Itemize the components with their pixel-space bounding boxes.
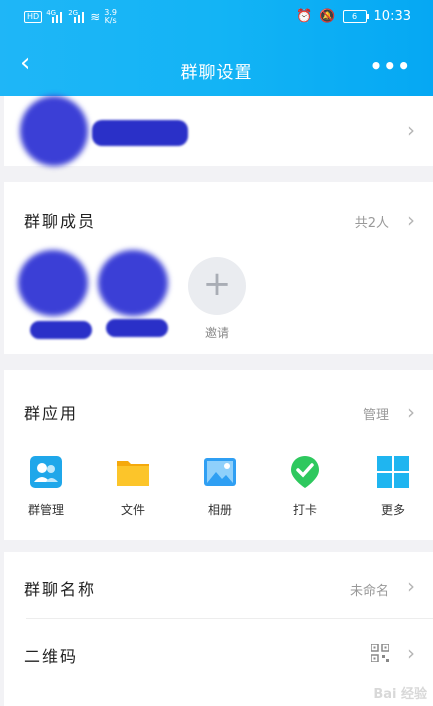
chevron-right-icon[interactable]: › xyxy=(407,208,415,232)
member-avatar[interactable] xyxy=(98,250,168,316)
clock: 10:33 xyxy=(373,9,411,24)
app-item[interactable]: 相册 xyxy=(187,455,253,518)
members-title: 群聊成员 xyxy=(24,212,97,231)
member-avatar[interactable] xyxy=(18,250,88,316)
net-speed: 3.9 K/s xyxy=(104,8,117,25)
app-label: 更多 xyxy=(380,503,405,517)
app-label: 相册 xyxy=(207,503,232,517)
wifi-icon: ≋ xyxy=(90,10,101,24)
member-name-redacted xyxy=(106,319,168,337)
chevron-right-icon: › xyxy=(407,574,415,598)
invite-plus-icon[interactable]: + xyxy=(188,257,246,315)
group-manage-icon xyxy=(29,455,63,489)
album-icon xyxy=(203,455,237,489)
apps-title: 群应用 xyxy=(24,404,79,423)
group-name-redacted xyxy=(92,120,188,146)
group-name-value: 未命名 xyxy=(349,584,389,599)
member-count[interactable]: 共2人 xyxy=(355,212,389,231)
group-name-row[interactable]: 群聊名称 未命名 › xyxy=(4,552,433,618)
chevron-right-icon[interactable]: › xyxy=(407,400,415,424)
apps-manage-link[interactable]: 管理 xyxy=(363,404,389,423)
app-item[interactable]: 文件 xyxy=(100,455,166,518)
folder-icon xyxy=(116,455,150,489)
settings-list: 群聊名称 未命名 › 二维码 › xyxy=(4,552,433,706)
chevron-right-icon: › xyxy=(407,118,415,142)
app-item[interactable]: 打卡 xyxy=(272,455,338,518)
grid-more-icon xyxy=(376,455,410,489)
member-name-redacted xyxy=(30,321,92,339)
app-item[interactable]: 群管理 xyxy=(13,455,79,518)
signal-icon-2: 2G xyxy=(68,9,86,23)
header: HD 4G 2G ≋ 3.9 K/s ⏰ 🔕 6 10:33 ‹ 群聊设置 ••… xyxy=(0,0,433,96)
checkin-icon xyxy=(288,455,322,489)
invite-label: 邀请 xyxy=(205,326,230,340)
mute-icon: 🔕 xyxy=(319,9,336,24)
app-label: 文件 xyxy=(120,503,145,517)
group-avatar xyxy=(20,96,88,166)
chevron-right-icon: › xyxy=(407,641,415,665)
qrcode-row[interactable]: 二维码 › xyxy=(4,619,433,689)
group-name-label: 群聊名称 xyxy=(24,580,97,599)
navbar: ‹ 群聊设置 ••• xyxy=(0,44,433,90)
group-profile-row[interactable]: › xyxy=(4,96,433,166)
watermark: Bai 经验 xyxy=(373,687,427,702)
battery-icon: 6 xyxy=(342,10,369,23)
signal-icon: 4G xyxy=(46,9,64,23)
hd-badge: HD xyxy=(24,11,43,23)
app-label: 群管理 xyxy=(27,503,64,517)
qrcode-icon xyxy=(370,643,390,663)
status-bar: HD 4G 2G ≋ 3.9 K/s ⏰ 🔕 6 10:33 xyxy=(0,0,433,36)
qrcode-label: 二维码 xyxy=(24,647,79,666)
app-label: 打卡 xyxy=(292,503,317,517)
app-item[interactable]: 更多 xyxy=(360,455,426,518)
page-title: 群聊设置 xyxy=(180,63,253,83)
alarm-icon: ⏰ xyxy=(296,9,313,24)
more-dots-icon[interactable]: ••• xyxy=(370,54,411,78)
